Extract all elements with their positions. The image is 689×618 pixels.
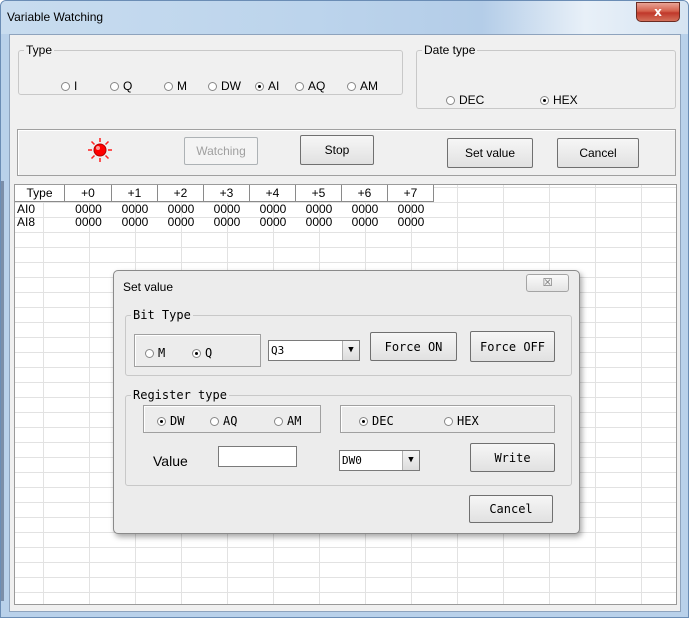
table-row[interactable]: AI8 0000 0000 0000 0000 0000 0000 0000 0… <box>15 216 434 230</box>
radio-icon <box>210 416 219 426</box>
column-header[interactable]: +0 <box>65 185 112 202</box>
title-bar[interactable]: Variable Watching x <box>1 1 688 34</box>
radio-icon <box>347 81 356 91</box>
radio-selected-icon <box>192 348 201 358</box>
bit-type-radio-q[interactable]: Q <box>192 346 212 360</box>
radio-icon <box>208 81 217 91</box>
value-label: Value <box>153 453 188 469</box>
radio-icon <box>295 81 304 91</box>
radio-icon <box>444 416 453 426</box>
radio-selected-icon <box>255 81 264 91</box>
register-address-select[interactable]: DW0 ▼ <box>339 450 420 471</box>
table-cell: 0000 <box>305 215 333 229</box>
date-type-legend: Date type <box>424 43 476 57</box>
close-icon: x <box>654 5 662 19</box>
cancel-button[interactable]: Cancel <box>557 138 639 168</box>
column-header[interactable]: +1 <box>112 185 158 202</box>
radio-icon <box>110 81 119 91</box>
format-radio-hex[interactable]: HEX <box>444 414 479 428</box>
table-cell: 0000 <box>213 215 241 229</box>
column-header[interactable]: +2 <box>158 185 204 202</box>
register-radio-am[interactable]: AM <box>274 414 301 428</box>
format-radio-dec[interactable]: DEC <box>359 414 394 428</box>
type-radio-am[interactable]: AM <box>347 79 378 93</box>
column-header[interactable]: +5 <box>296 185 342 202</box>
column-header[interactable]: +3 <box>204 185 250 202</box>
chevron-down-icon[interactable]: ▼ <box>402 451 419 470</box>
set-value-button[interactable]: Set value <box>447 138 533 168</box>
date-type-radio-hex[interactable]: HEX <box>540 93 578 107</box>
type-radio-aq[interactable]: AQ <box>295 79 325 93</box>
register-radio-aq[interactable]: AQ <box>210 414 237 428</box>
type-radio-ai[interactable]: AI <box>255 79 279 93</box>
radio-selected-icon <box>540 95 549 105</box>
type-radio-m[interactable]: M <box>164 79 187 93</box>
dialog-close-button[interactable]: ☒ <box>526 274 569 292</box>
table-cell: 0000 <box>259 215 287 229</box>
type-radio-q[interactable]: Q <box>110 79 132 93</box>
radio-icon <box>61 81 70 91</box>
column-header[interactable]: +6 <box>342 185 388 202</box>
column-header[interactable]: Type <box>15 185 65 202</box>
table-header: Type +0 +1 +2 +3 +4 +5 +6 +7 <box>15 185 434 202</box>
bit-type-radio-m[interactable]: M <box>145 346 165 360</box>
radio-selected-icon <box>359 416 368 426</box>
column-header[interactable]: +7 <box>388 185 434 202</box>
write-button[interactable]: Write <box>470 443 555 472</box>
table-cell: 0000 <box>397 215 425 229</box>
radio-selected-icon <box>157 416 166 426</box>
register-type-legend: Register type <box>133 388 227 402</box>
type-radio-i[interactable]: I <box>61 79 77 93</box>
value-input[interactable] <box>218 446 297 467</box>
table-cell: 0000 <box>121 215 149 229</box>
table-cell: 0000 <box>167 215 195 229</box>
table-cell: 0000 <box>351 215 379 229</box>
bit-address-select[interactable]: Q3 ▼ <box>268 340 360 361</box>
window-edge <box>1 181 4 601</box>
force-on-button[interactable]: Force ON <box>370 332 457 361</box>
status-indicator-icon <box>88 138 112 162</box>
force-off-button[interactable]: Force OFF <box>470 331 555 362</box>
dialog-cancel-button[interactable]: Cancel <box>469 495 553 523</box>
radio-icon <box>164 81 173 91</box>
chevron-down-icon[interactable]: ▼ <box>342 341 359 360</box>
radio-icon <box>274 416 283 426</box>
set-value-dialog: Set value ☒ Bit Type M Q Q3 ▼ Force ON F… <box>113 270 580 534</box>
register-radio-dw[interactable]: DW <box>157 414 184 428</box>
table-cell: 0000 <box>75 215 102 229</box>
window-title: Variable Watching <box>7 10 104 24</box>
watching-button[interactable]: Watching <box>184 137 258 165</box>
dialog-title: Set value <box>123 280 174 294</box>
radio-icon <box>446 95 455 105</box>
close-icon: ☒ <box>542 276 553 289</box>
window-close-button[interactable]: x <box>636 2 680 22</box>
table-cell: AI8 <box>17 215 36 229</box>
type-group-legend: Type <box>26 43 53 57</box>
type-radio-dw[interactable]: DW <box>208 79 241 93</box>
bit-type-legend: Bit Type <box>133 308 191 322</box>
radio-icon <box>145 348 154 358</box>
stop-button[interactable]: Stop <box>300 135 374 165</box>
column-header[interactable]: +4 <box>250 185 296 202</box>
date-type-radio-dec[interactable]: DEC <box>446 93 484 107</box>
